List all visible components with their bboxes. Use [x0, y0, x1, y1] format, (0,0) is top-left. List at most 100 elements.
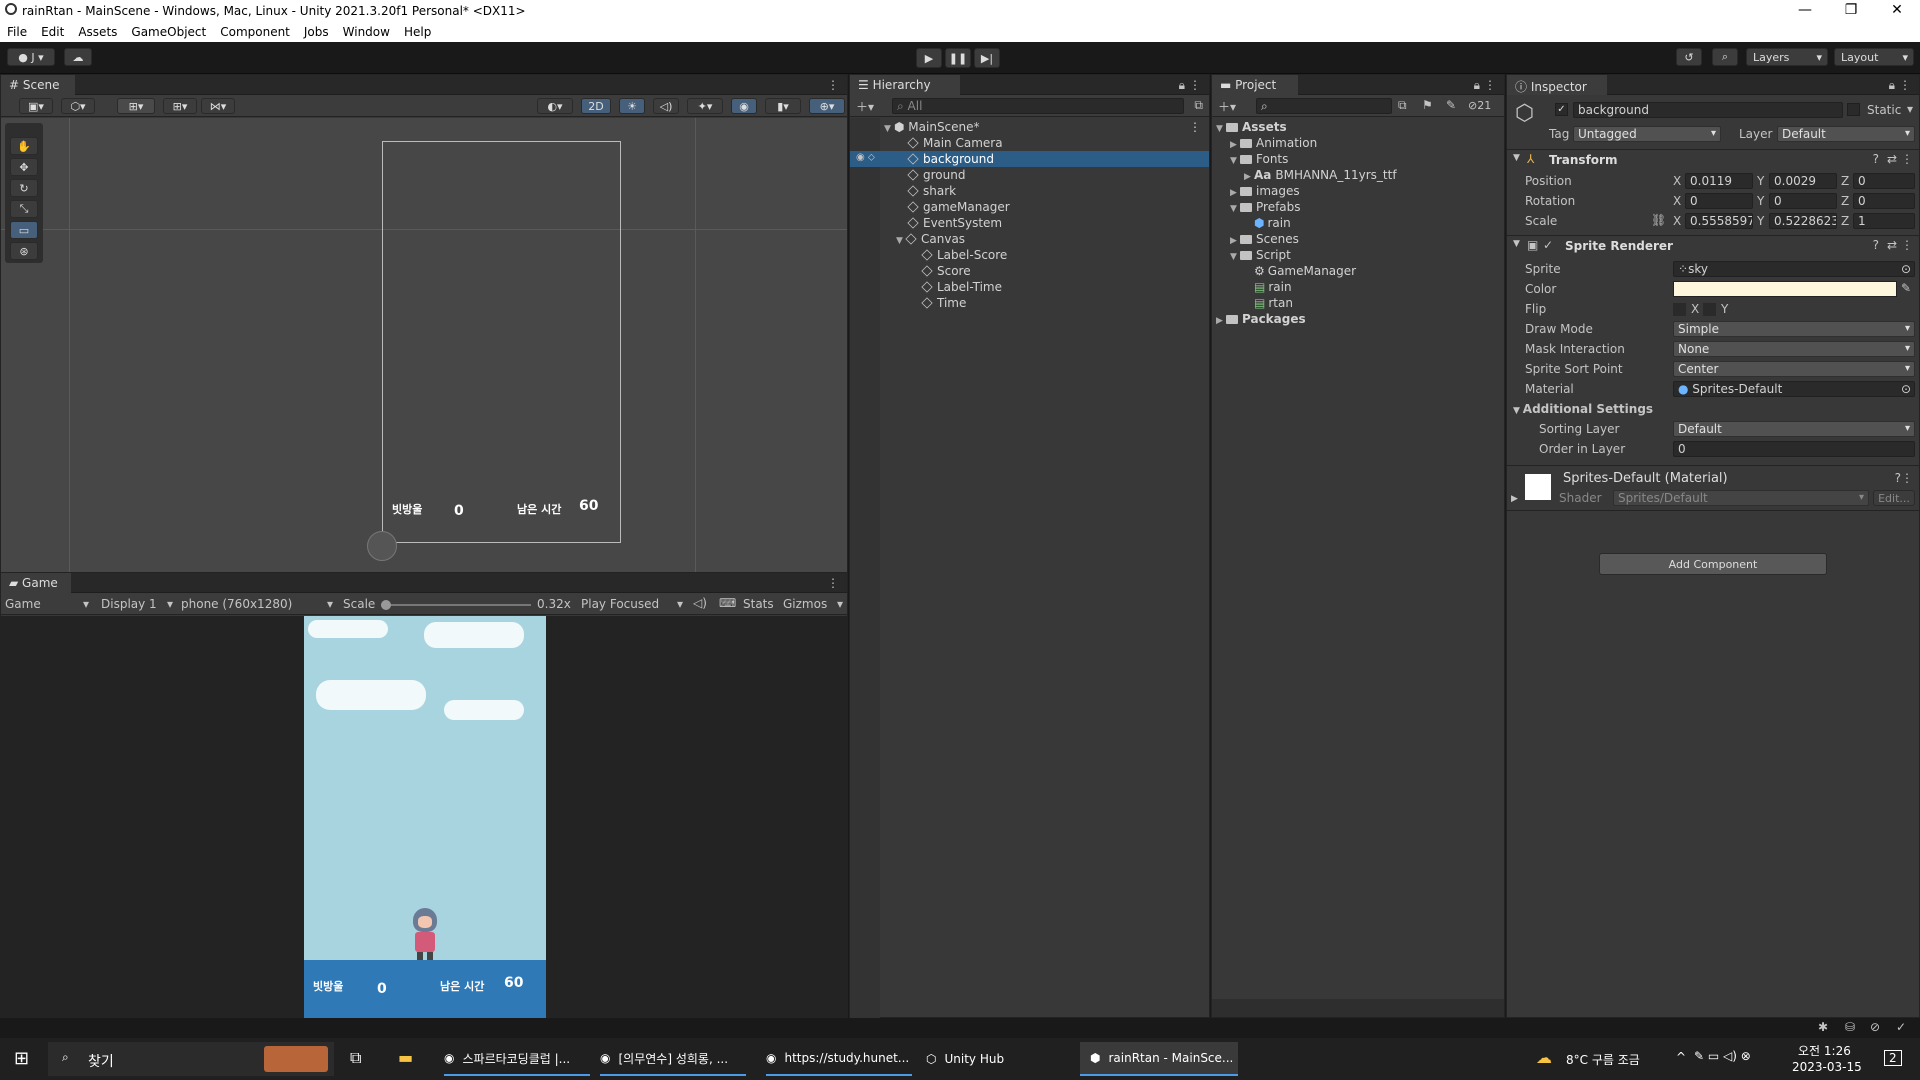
- static-dropdown-icon[interactable]: ▾: [1907, 102, 1913, 116]
- sorting-layer-dropdown[interactable]: Default: [1673, 421, 1915, 437]
- increment-snap-button[interactable]: ⋈▾: [201, 98, 235, 114]
- tray-chevron-icon[interactable]: ^: [1676, 1050, 1686, 1064]
- display-dropdown[interactable]: Display 1 ▾: [101, 597, 173, 611]
- task-view-icon[interactable]: ⧉: [350, 1048, 361, 1068]
- sprite-field[interactable]: ⁘sky ⊙: [1673, 261, 1915, 277]
- menu-help[interactable]: Help: [404, 25, 431, 39]
- additional-settings-foldout[interactable]: ▼ Additional Settings: [1513, 401, 1653, 417]
- cloud-button[interactable]: ☁: [64, 48, 92, 66]
- tray-icons[interactable]: ✎ ▭ ◁) ⊗: [1694, 1049, 1751, 1063]
- rotation-x-input[interactable]: 0: [1685, 193, 1753, 209]
- rotation-y-input[interactable]: 0: [1769, 193, 1837, 209]
- hierarchy-item-ground[interactable]: ground: [907, 167, 965, 183]
- eyedropper-icon[interactable]: ✎: [1901, 281, 1911, 295]
- project-folder-fonts[interactable]: ▼ Fonts: [1230, 151, 1288, 167]
- notifications-badge[interactable]: 2: [1884, 1050, 1902, 1066]
- gizmo-toggle-button[interactable]: ⬡▾: [61, 98, 95, 114]
- progress-icon[interactable]: ⊘: [1870, 1020, 1880, 1034]
- help-icon[interactable]: ?: [1873, 152, 1879, 166]
- debug-icon[interactable]: ✱: [1818, 1020, 1828, 1034]
- project-prefab-rain[interactable]: ⬢ rain: [1254, 215, 1291, 231]
- hierarchy-item-canvas[interactable]: ▼ Canvas: [896, 231, 965, 247]
- preset-icon[interactable]: ⇄: [1887, 238, 1897, 252]
- position-z-input[interactable]: 0: [1853, 173, 1915, 189]
- menu-component[interactable]: Component: [220, 25, 290, 39]
- hidden-objects-button[interactable]: ◉: [731, 98, 757, 114]
- scale-slider-handle[interactable]: [381, 600, 391, 610]
- position-y-input[interactable]: 0.0029: [1769, 173, 1837, 189]
- step-button[interactable]: ▶|: [974, 48, 1000, 68]
- render-mode-button[interactable]: ◐▾: [537, 98, 573, 114]
- favorite-icon[interactable]: ✎: [1446, 98, 1456, 112]
- project-folder-script[interactable]: ▼ Script: [1230, 247, 1291, 263]
- audio-button[interactable]: ◁): [653, 98, 679, 114]
- weather-icon[interactable]: ☁: [1536, 1048, 1552, 1067]
- clock-time[interactable]: 오전 1:26: [1798, 1042, 1851, 1059]
- draw-mode-button[interactable]: ▣▾: [19, 98, 53, 114]
- mask-interaction-dropdown[interactable]: None: [1673, 341, 1915, 357]
- tab-scene[interactable]: # Scene: [1, 75, 75, 95]
- project-script-rtan[interactable]: ▤ rtan: [1254, 295, 1293, 311]
- tab-project[interactable]: ▬ Project: [1212, 75, 1298, 95]
- project-assets[interactable]: ▼ Assets: [1216, 119, 1287, 135]
- play-button[interactable]: ▶: [916, 48, 942, 68]
- project-script-gamemanager[interactable]: ⚙ GameManager: [1254, 263, 1356, 279]
- cache-icon[interactable]: ⛁: [1845, 1020, 1855, 1034]
- search-by-label-icon[interactable]: ⚑: [1422, 98, 1433, 112]
- grid-snap-button[interactable]: ⊞▾: [117, 98, 155, 114]
- project-scrollbar[interactable]: [1212, 999, 1504, 1017]
- order-in-layer-input[interactable]: 0: [1673, 441, 1915, 457]
- file-explorer-icon[interactable]: ▬: [398, 1048, 413, 1067]
- game-menu-icon[interactable]: ⋮: [827, 576, 839, 590]
- grid-visibility-button[interactable]: ⊞▾: [163, 98, 197, 114]
- aspect-button[interactable]: ⌨: [719, 596, 736, 610]
- position-x-input[interactable]: 0.0119: [1685, 173, 1753, 189]
- hierarchy-item-shark[interactable]: shark: [907, 183, 956, 199]
- constrain-proportions-icon[interactable]: ⛓: [1651, 213, 1666, 227]
- game-view[interactable]: 빗방울 0 남은 시간 60: [1, 616, 847, 1018]
- color-swatch[interactable]: [1673, 281, 1897, 297]
- project-folder-prefabs[interactable]: ▼ Prefabs: [1230, 199, 1301, 215]
- gizmos-button[interactable]: ⊕▾: [809, 98, 845, 114]
- component-menu-icon[interactable]: ⋮: [1901, 238, 1913, 252]
- clock-date[interactable]: 2023-03-15: [1792, 1060, 1862, 1074]
- hierarchy-item-score[interactable]: Score: [921, 263, 971, 279]
- scene-visibility-icon[interactable]: ⧉: [1194, 98, 1203, 113]
- tag-dropdown[interactable]: Untagged: [1573, 126, 1721, 142]
- move-tool-button[interactable]: ✥: [10, 158, 38, 176]
- help-icon[interactable]: ?: [1873, 238, 1879, 252]
- layers-dropdown[interactable]: Layers ▾: [1746, 48, 1828, 66]
- hierarchy-item-eventsystem[interactable]: EventSystem: [907, 215, 1002, 231]
- project-font-file[interactable]: ▶ Aa BMHANNA_11yrs_ttf: [1244, 167, 1397, 183]
- layout-dropdown[interactable]: Layout ▾: [1834, 48, 1914, 66]
- menu-jobs[interactable]: Jobs: [304, 25, 329, 39]
- add-component-button[interactable]: Add Component: [1599, 553, 1827, 575]
- scale-slider[interactable]: [381, 600, 531, 610]
- taskbar-chrome-training[interactable]: ◉ [의무연수] 성희롱, ...: [600, 1042, 746, 1076]
- object-picker-icon[interactable]: ⊙: [1901, 262, 1911, 276]
- windows-start-icon[interactable]: ⊞: [14, 1048, 29, 1069]
- hierarchy-item-time[interactable]: Time: [921, 295, 966, 311]
- static-checkbox[interactable]: [1847, 103, 1860, 116]
- flip-x-checkbox[interactable]: [1673, 303, 1686, 316]
- hierarchy-menu-icon[interactable]: ⋮: [1189, 78, 1201, 92]
- material-field[interactable]: ● Sprites-Default ⊙: [1673, 381, 1915, 397]
- lighting-button[interactable]: ☀: [619, 98, 645, 114]
- scale-z-input[interactable]: 1: [1853, 213, 1915, 229]
- taskbar-chrome-hunet[interactable]: ◉ https://study.hunet...: [766, 1042, 912, 1076]
- project-packages[interactable]: ▶ Packages: [1216, 311, 1306, 327]
- hidden-count-badge[interactable]: ⊘21: [1468, 99, 1491, 112]
- component-menu-icon[interactable]: ⋮: [1901, 152, 1913, 166]
- taskbar-chrome-sparta[interactable]: ◉ 스파르타코딩클럽 |...: [444, 1042, 590, 1076]
- project-search-input[interactable]: ⌕: [1256, 98, 1392, 114]
- hierarchy-item-main-camera[interactable]: Main Camera: [907, 135, 1003, 151]
- effects-button[interactable]: ✦▾: [687, 98, 723, 114]
- taskbar-search[interactable]: ⌕ 찾기: [48, 1042, 334, 1076]
- component-menu-icon[interactable]: ⋮: [1901, 471, 1913, 485]
- taskbar-unity-hub[interactable]: ⬡ Unity Hub: [926, 1042, 1072, 1076]
- visibility-icon[interactable]: ◉ ⬦: [856, 152, 875, 163]
- pause-button[interactable]: ❚❚: [945, 48, 971, 68]
- taskbar-unity-editor[interactable]: ⬢ rainRtan - MainSce...: [1080, 1042, 1238, 1076]
- lock-icon[interactable]: 🔒︎: [1889, 78, 1895, 93]
- rotate-tool-button[interactable]: ↻: [10, 179, 38, 197]
